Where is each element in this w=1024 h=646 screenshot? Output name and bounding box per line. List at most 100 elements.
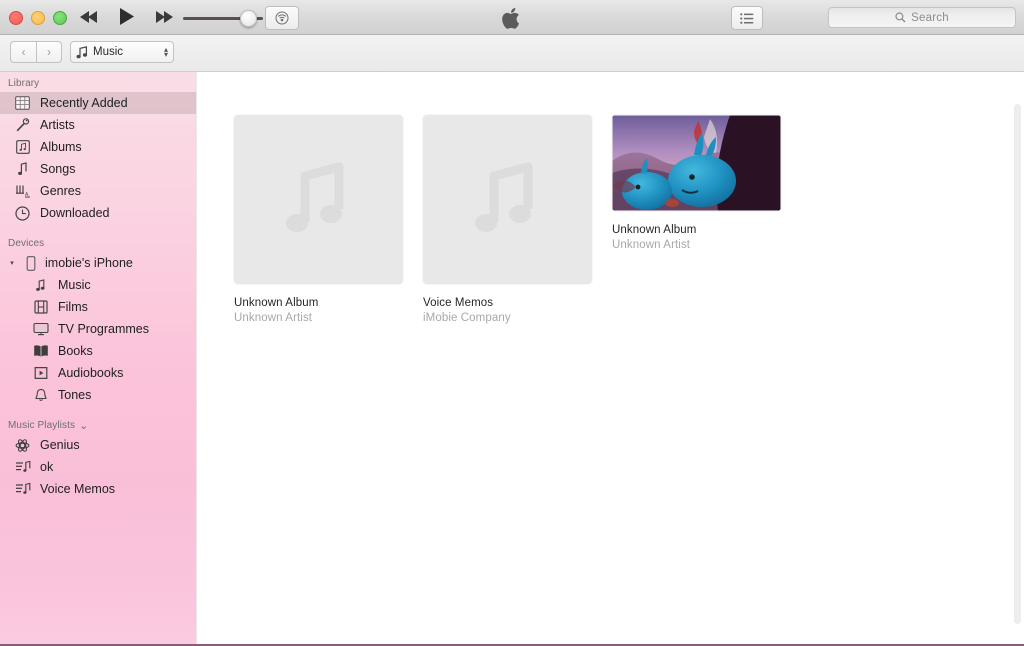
sidebar-item-albums[interactable]: Albums (0, 136, 196, 158)
sidebar-item-imobies-iphone[interactable]: ▾ imobie's iPhone (0, 252, 196, 274)
audiobook-icon (32, 365, 49, 382)
title-bar: Search (0, 0, 1024, 35)
microphone-icon (14, 117, 31, 134)
downloaded-clock-icon (14, 205, 31, 222)
sidebar-item-label: Music (58, 278, 91, 292)
album-artist: Unknown Artist (612, 239, 781, 251)
genius-atom-icon (14, 437, 31, 454)
search-placeholder: Search (911, 12, 949, 24)
apple-logo-icon (500, 5, 524, 31)
rewind-icon[interactable] (78, 10, 100, 24)
sidebar-item-label: imobie's iPhone (45, 256, 133, 270)
sidebar-section-library: Library (0, 72, 196, 92)
chevron-updown-icon: ▴▾ (164, 47, 168, 57)
disclosure-triangle-icon[interactable]: ▾ (8, 259, 16, 267)
media-kind-select[interactable]: Music ▴▾ (70, 41, 174, 63)
sidebar-item-label: Tones (58, 388, 91, 402)
iphone-device-icon (22, 255, 39, 272)
list-view-button[interactable] (731, 6, 763, 30)
album-icon (14, 139, 31, 156)
playlist-icon (14, 481, 31, 498)
album-title: Unknown Album (234, 297, 403, 309)
sidebar-item-device-tv-programmes[interactable]: TV Programmes (0, 318, 196, 340)
content-scrollbar[interactable] (1014, 104, 1021, 624)
playlist-icon (14, 459, 31, 476)
sidebar-item-genius[interactable]: Genius (0, 434, 196, 456)
books-icon (32, 343, 49, 360)
itunes-window: Search ‹ › Music ▴▾ Library (0, 0, 1024, 646)
album-title: Voice Memos (423, 297, 592, 309)
album-tile[interactable]: Unknown Album Unknown Artist (612, 115, 781, 324)
genres-icon: A (14, 183, 31, 200)
sidebar-item-device-books[interactable]: Books (0, 340, 196, 362)
navigation-buttons: ‹ › (10, 41, 62, 63)
sidebar-item-label: Downloaded (40, 206, 110, 220)
playback-controls (78, 7, 175, 26)
airplay-button[interactable] (265, 6, 299, 30)
maximize-window-button[interactable] (53, 11, 67, 25)
media-kind-value: Music (93, 46, 159, 58)
window-controls (9, 11, 67, 25)
chevron-down-icon[interactable]: ⌄ (79, 423, 88, 429)
sidebar-item-device-audiobooks[interactable]: Audiobooks (0, 362, 196, 384)
search-input[interactable]: Search (828, 7, 1016, 28)
sidebar-item-label: ok (40, 460, 53, 474)
sidebar-section-music-playlists[interactable]: Music Playlists ⌄ (0, 406, 196, 434)
sidebar-item-recently-added[interactable]: Recently Added (0, 92, 196, 114)
list-view-icon (740, 13, 754, 24)
sidebar-item-label: TV Programmes (58, 322, 149, 336)
album-artwork-placeholder[interactable] (423, 115, 592, 284)
album-grid: Unknown Album Unknown Artist Voice Memos… (234, 115, 781, 324)
sidebar-item-songs[interactable]: Songs (0, 158, 196, 180)
sidebar: Library Recently Added (0, 72, 197, 644)
sidebar-item-label: Artists (40, 118, 75, 132)
sidebar-item-label: Books (58, 344, 93, 358)
sidebar-item-playlist-voice-memos[interactable]: Voice Memos (0, 478, 196, 500)
music-note-icon (76, 46, 88, 59)
tv-icon (32, 321, 49, 338)
sidebar-item-label: Recently Added (40, 96, 128, 110)
sidebar-item-label: Films (58, 300, 88, 314)
film-icon (32, 299, 49, 316)
volume-slider[interactable] (183, 9, 263, 27)
music-note-placeholder-icon (271, 152, 367, 248)
close-window-button[interactable] (9, 11, 23, 25)
album-title: Unknown Album (612, 224, 781, 236)
sidebar-item-device-tones[interactable]: Tones (0, 384, 196, 406)
sidebar-item-genres[interactable]: A Genres (0, 180, 196, 202)
bell-icon (32, 387, 49, 404)
video-thumbnail-icon[interactable] (612, 115, 781, 211)
sidebar-item-label: Albums (40, 140, 82, 154)
music-note-placeholder-icon (460, 152, 556, 248)
sidebar-item-label: Songs (40, 162, 75, 176)
sidebar-item-playlist-ok[interactable]: ok (0, 456, 196, 478)
sidebar-item-device-films[interactable]: Films (0, 296, 196, 318)
album-artist: iMobie Company (423, 312, 592, 324)
album-tile[interactable]: Voice Memos iMobie Company (423, 115, 592, 324)
sidebar-item-downloaded[interactable]: Downloaded (0, 202, 196, 224)
secondary-toolbar: ‹ › Music ▴▾ Library For You Browse Radi (0, 35, 1024, 72)
sidebar-item-label: Genres (40, 184, 81, 198)
forward-button[interactable]: › (36, 41, 62, 63)
sidebar-item-label: Audiobooks (58, 366, 123, 380)
sidebar-item-label: Genius (40, 438, 80, 452)
sidebar-section-label: Music Playlists (8, 420, 75, 431)
sidebar-item-label: Voice Memos (40, 482, 115, 496)
volume-knob[interactable] (240, 10, 257, 27)
fast-forward-icon[interactable] (153, 10, 175, 24)
minimize-window-button[interactable] (31, 11, 45, 25)
music-note-icon (14, 161, 31, 178)
album-artist: Unknown Artist (234, 312, 403, 324)
grid-icon (14, 95, 31, 112)
sidebar-item-artists[interactable]: Artists (0, 114, 196, 136)
search-icon (895, 12, 906, 23)
album-artwork-placeholder[interactable] (234, 115, 403, 284)
album-tile[interactable]: Unknown Album Unknown Artist (234, 115, 403, 324)
sidebar-item-device-music[interactable]: Music (0, 274, 196, 296)
sidebar-section-devices: Devices (0, 224, 196, 252)
back-button[interactable]: ‹ (10, 41, 36, 63)
music-note-icon (32, 277, 49, 294)
airplay-icon (275, 11, 289, 25)
play-icon[interactable] (118, 7, 135, 26)
album-grid-content: Unknown Album Unknown Artist Voice Memos… (197, 72, 1024, 644)
